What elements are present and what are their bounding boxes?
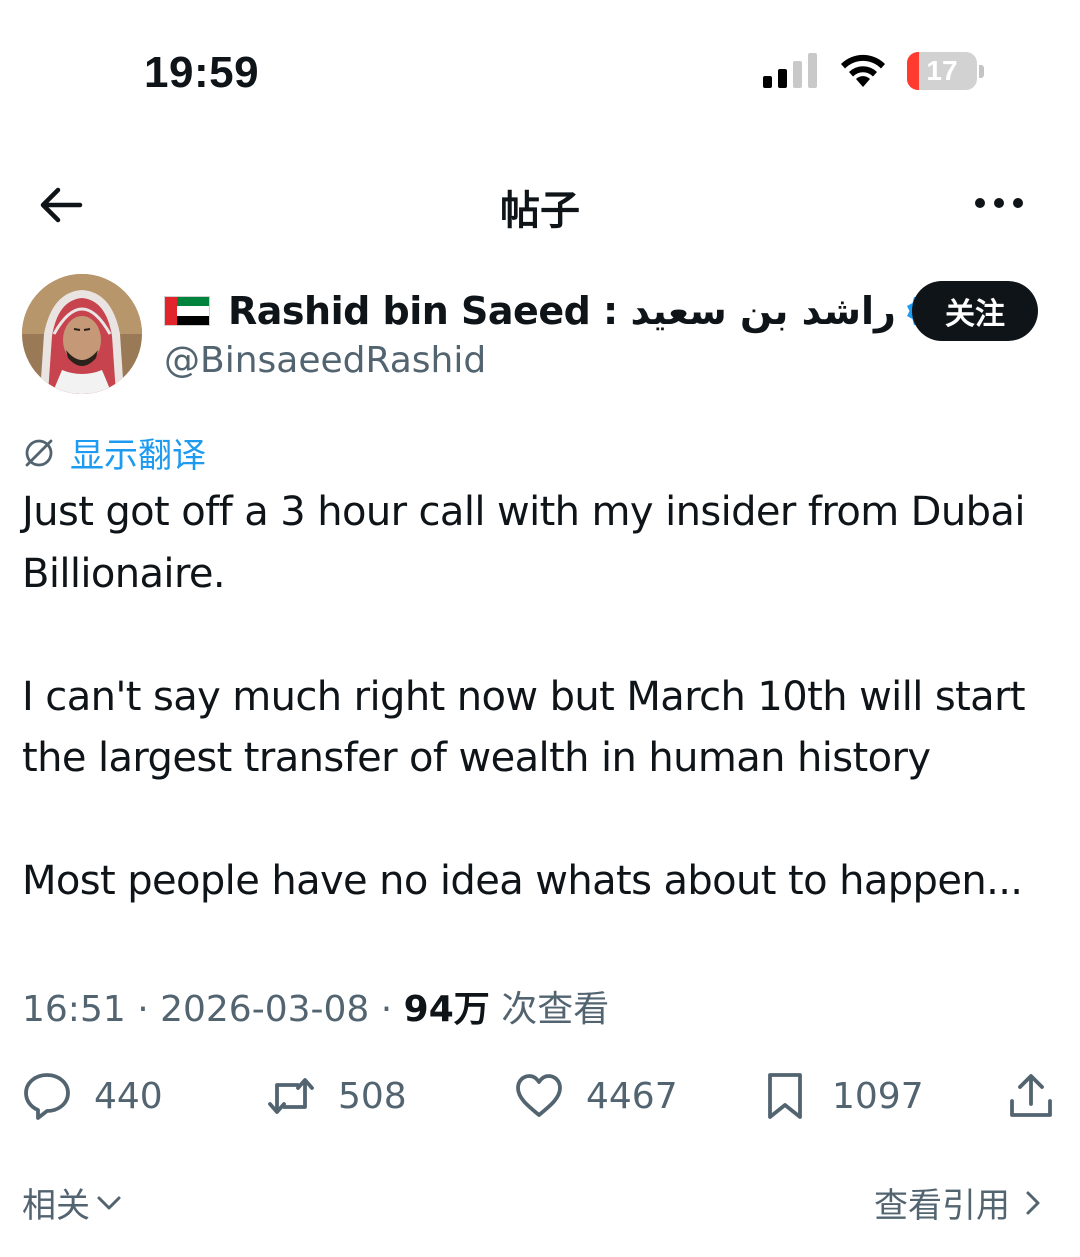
avatar-image	[22, 274, 142, 394]
author-name-row: Rashid bin Saeed : راشد بن سعيد	[164, 286, 942, 336]
action-bar: 440 508 4467 1097	[0, 1066, 1080, 1126]
tweet-date: 2026-03-08	[160, 989, 370, 1030]
avatar[interactable]	[22, 274, 142, 394]
page-title: 帖子	[500, 188, 580, 234]
retweet-count: 508	[338, 1075, 407, 1117]
cellular-signal-icon	[763, 53, 817, 88]
battery-tip	[979, 64, 984, 78]
follow-button[interactable]: 关注	[912, 281, 1038, 341]
meta-separator: ·	[125, 989, 161, 1030]
author-handle[interactable]: @BinsaeedRashid	[164, 340, 486, 381]
reply-icon	[24, 1073, 70, 1120]
reply-count: 440	[94, 1075, 163, 1117]
status-time: 19:59	[144, 48, 260, 97]
meta-separator: ·	[369, 989, 404, 1030]
battery-fill	[907, 52, 919, 90]
like-button[interactable]: 4467	[514, 1066, 678, 1126]
nav-bar: 帖子	[0, 160, 1080, 250]
battery-level: 17	[926, 55, 958, 86]
retweet-icon	[268, 1078, 314, 1114]
share-button[interactable]	[1006, 1066, 1056, 1126]
view-quotes-link[interactable]: 查看引用	[874, 1178, 1046, 1227]
related-label: 相关	[22, 1186, 90, 1226]
author-display-name[interactable]: Rashid bin Saeed : راشد بن سعيد	[228, 289, 896, 333]
like-count: 4467	[586, 1075, 678, 1117]
tweet-time: 16:51	[22, 989, 126, 1030]
wifi-icon	[841, 54, 885, 87]
bookmark-button[interactable]: 1097	[760, 1066, 924, 1126]
translate-globe-icon	[25, 439, 53, 466]
view-label: 次查看	[489, 989, 610, 1030]
reply-button[interactable]: 440	[22, 1066, 163, 1126]
show-translation-label: 显示翻译	[70, 436, 206, 476]
status-icons: 17	[763, 52, 984, 90]
tweet-meta: 16:51 · 2026-03-08 · 94万 次查看	[22, 980, 609, 1032]
view-count: 94万	[403, 989, 490, 1030]
related-toggle[interactable]: 相关	[22, 1178, 122, 1227]
tweet-text: Just got off a 3 hour call with my insid…	[22, 489, 1026, 904]
bookmark-count: 1097	[832, 1075, 924, 1117]
heart-icon	[516, 1074, 562, 1117]
more-dots-icon[interactable]	[974, 188, 1024, 218]
chevron-down-icon	[97, 1196, 121, 1209]
show-translation-link[interactable]: 显示翻译	[22, 428, 206, 477]
bookmark-icon	[768, 1073, 802, 1119]
view-quotes-label: 查看引用	[874, 1186, 1010, 1226]
chevron-right-icon	[1026, 1191, 1040, 1214]
uae-flag-icon	[164, 296, 210, 326]
battery-icon: 17	[907, 52, 977, 90]
share-icon	[1010, 1074, 1052, 1117]
retweet-button[interactable]: 508	[266, 1066, 407, 1126]
